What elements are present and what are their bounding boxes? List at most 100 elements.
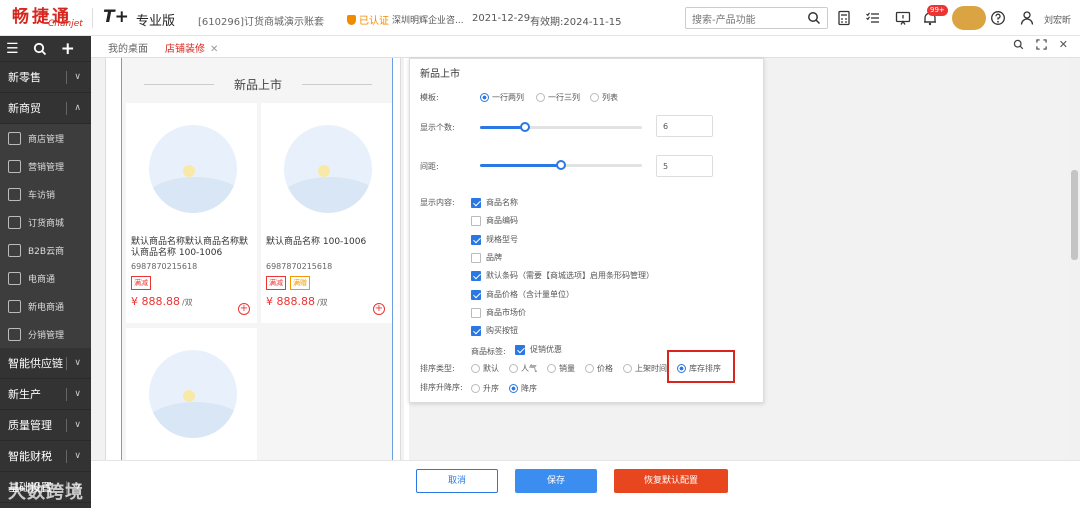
mascot-avatar[interactable] <box>952 6 986 30</box>
checkbox-icon[interactable] <box>471 252 481 263</box>
promo-tag: 满赠 <box>290 276 310 290</box>
checkbox-checked-icon[interactable] <box>471 289 481 300</box>
checkbox-checked-icon[interactable] <box>471 197 481 208</box>
display-option-market-price[interactable]: 商品市场价 <box>471 307 526 318</box>
product-card[interactable]: 默认商品名称 100-1006 6987870215618 满减 满赠 ¥ 888… <box>261 103 392 323</box>
slider-handle[interactable] <box>556 160 566 170</box>
radio-checked-icon[interactable] <box>509 384 518 393</box>
sidebar-section-new-trade[interactable]: 新商贸 ∧ <box>0 93 91 124</box>
help-icon[interactable] <box>990 10 1006 26</box>
add-to-cart-icon[interactable]: + <box>373 303 385 315</box>
task-list-icon[interactable] <box>865 10 881 26</box>
display-option-buy-button[interactable]: 购买按钮 <box>471 325 518 336</box>
sort-option-listing-time[interactable]: 上架时间 <box>623 363 667 374</box>
menu-icon[interactable]: ☰ <box>6 41 19 57</box>
sidebar-section-supply-chain[interactable]: 智能供应链 ∨ <box>0 348 91 379</box>
tab-desktop[interactable]: 我的桌面 <box>108 40 148 55</box>
product-price: ¥ 888.88/双 <box>266 295 328 308</box>
checkbox-icon[interactable] <box>471 307 481 318</box>
sidebar-section-new-retail[interactable]: 新零售 ∨ <box>0 62 91 93</box>
preview-module[interactable]: 新品上市 默认商品名称默认商品名称默认商品名称 100-1006 6987870… <box>121 58 393 460</box>
sort-option-price[interactable]: 价格 <box>585 363 613 374</box>
checkbox-checked-icon[interactable] <box>471 234 481 245</box>
store-icon <box>8 215 21 229</box>
account-label[interactable]: [610296]订货商城演示账套 <box>198 13 324 28</box>
tag-option-promo[interactable]: 促销优惠 <box>515 344 562 355</box>
add-icon[interactable]: + <box>61 39 75 59</box>
shield-icon <box>347 15 356 25</box>
tab-shop-decoration[interactable]: 店铺装修 ✕ <box>165 40 219 60</box>
global-search[interactable] <box>685 7 828 31</box>
calculator-icon[interactable] <box>836 10 852 26</box>
checkbox-checked-icon[interactable] <box>515 344 525 355</box>
template-option-three-col[interactable]: 一行三列 <box>536 92 580 103</box>
count-input[interactable]: 6 <box>656 115 713 137</box>
radio-icon[interactable] <box>471 364 480 373</box>
display-option-name[interactable]: 商品名称 <box>471 197 518 208</box>
sidebar-item-new-ecommerce[interactable]: 新电商通 <box>0 292 91 320</box>
product-card[interactable]: 默认商品名称默认商品名称默认商品名称 100-1006 698787021561… <box>126 103 257 323</box>
tag-label: 商品标签: <box>471 347 506 356</box>
close-all-icon[interactable]: ✕ <box>1059 39 1068 50</box>
sort-option-sales[interactable]: 销量 <box>547 363 575 374</box>
reset-defaults-button[interactable]: 恢复默认配置 <box>614 469 728 493</box>
save-button[interactable]: 保存 <box>515 469 597 493</box>
display-option-barcode[interactable]: 默认条码（需要【商城选项】启用条形码管理） <box>471 270 654 281</box>
sidebar-item-car-sales[interactable]: 车访销 <box>0 180 91 208</box>
radio-icon[interactable] <box>623 364 632 373</box>
user-icon[interactable] <box>1019 10 1035 26</box>
search-input[interactable] <box>686 10 801 31</box>
sidebar-item-distribution[interactable]: 分销管理 <box>0 320 91 348</box>
radio-icon[interactable] <box>509 364 518 373</box>
spacing-slider[interactable] <box>480 160 642 170</box>
sidebar-item-shop[interactable]: 商店管理 <box>0 124 91 152</box>
radio-icon[interactable] <box>547 364 556 373</box>
sidebar-section-quality[interactable]: 质量管理 ∨ <box>0 410 91 441</box>
radio-checked-icon[interactable] <box>480 93 489 102</box>
fullscreen-icon[interactable] <box>1036 39 1047 50</box>
display-option-price[interactable]: 商品价格（含计量单位） <box>471 289 574 300</box>
highlight-box <box>667 350 735 383</box>
verified-badge: 已认证 <box>347 12 389 27</box>
radio-icon[interactable] <box>585 364 594 373</box>
checkbox-checked-icon[interactable] <box>471 270 481 281</box>
display-option-code[interactable]: 商品编码 <box>471 215 518 226</box>
close-icon[interactable]: ✕ <box>210 44 218 55</box>
display-option-spec[interactable]: 规格型号 <box>471 234 518 245</box>
building-icon <box>8 243 21 257</box>
add-to-cart-icon[interactable]: + <box>238 303 250 315</box>
radio-icon[interactable] <box>471 384 480 393</box>
sidebar-item-ecommerce[interactable]: 电商通 <box>0 264 91 292</box>
image-placeholder-icon <box>149 125 237 213</box>
product-barcode: 6987870215618 <box>266 262 333 271</box>
search-icon[interactable] <box>807 11 821 25</box>
count-slider[interactable] <box>480 122 642 132</box>
checkbox-icon[interactable] <box>471 215 481 226</box>
sidebar-item-marketing[interactable]: 营销管理 <box>0 152 91 180</box>
search-icon[interactable] <box>1013 39 1024 50</box>
radio-icon[interactable] <box>536 93 545 102</box>
workspace: 新品上市 默认商品名称默认商品名称默认商品名称 100-1006 6987870… <box>91 58 1080 460</box>
radio-icon[interactable] <box>590 93 599 102</box>
sidebar-item-order-mall[interactable]: 订货商城 <box>0 208 91 236</box>
search-icon[interactable] <box>33 42 47 56</box>
template-option-two-col[interactable]: 一行两列 <box>480 92 524 103</box>
sort-option-default[interactable]: 默认 <box>471 363 499 374</box>
sidebar-item-b2b[interactable]: B2B云商 <box>0 236 91 264</box>
sort-order-desc[interactable]: 降序 <box>509 383 537 394</box>
sort-order-asc[interactable]: 升序 <box>471 383 499 394</box>
display-option-brand[interactable]: 品牌 <box>471 252 502 263</box>
spacing-input[interactable]: 5 <box>656 155 713 177</box>
sidebar-section-finance[interactable]: 智能财税 ∨ <box>0 441 91 472</box>
checkbox-checked-icon[interactable] <box>471 325 481 336</box>
sidebar-section-production[interactable]: 新生产 ∨ <box>0 379 91 410</box>
template-option-list[interactable]: 列表 <box>590 92 618 103</box>
message-icon[interactable] <box>895 10 911 26</box>
scrollbar-thumb[interactable] <box>1071 170 1078 260</box>
product-card[interactable] <box>126 328 257 460</box>
slider-handle[interactable] <box>520 122 531 132</box>
current-date: 2021-12-29 <box>472 13 531 24</box>
username[interactable]: 刘宏昕 <box>1044 13 1071 26</box>
sort-option-popularity[interactable]: 人气 <box>509 363 537 374</box>
cancel-button[interactable]: 取消 <box>416 469 498 493</box>
